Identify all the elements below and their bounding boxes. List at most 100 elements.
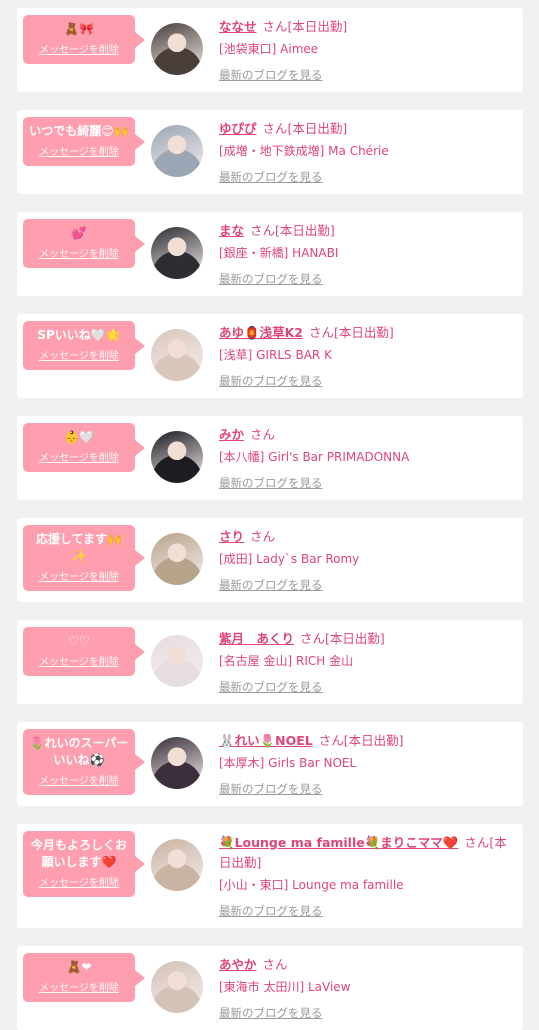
latest-blog-link[interactable]: 最新のブログを見る [219,65,323,85]
latest-blog-link[interactable]: 最新のブログを見る [219,901,323,921]
shop-name: [本厚木] Girls Bar NOEL [219,756,357,770]
shop-name: [成田] Lady`s Bar Romy [219,552,360,566]
cast-info: 💐Lounge ma famille💐まりこママ❤️ さん[本日出勤] [小山・東… [219,831,515,921]
message-card: 🧸🎀 メッセージを削除 ななせ さん[本日出勤] [池袋東口] Aimee 最新の… [17,8,523,92]
shop-name: [小山・東口] Lounge ma famille [219,878,404,892]
cast-info: 🐰れい🌷NOEL さん[本日出勤] [本厚木] Girls Bar NOEL 最新… [219,729,515,799]
delete-message-link[interactable]: メッセージを削除 [39,568,119,583]
message-card: 🌷れいのスーパーいいね⚽ メッセージを削除 🐰れい🌷NOEL さん[本日出勤] [… [17,722,523,806]
avatar[interactable] [151,533,203,585]
message-bubble: いつでも綺麗😊🙌 メッセージを削除 [23,117,145,166]
delete-message-link[interactable]: メッセージを削除 [39,874,119,889]
message-bubble: SPいいね🤍🌟 メッセージを削除 [23,321,145,370]
cast-name-link[interactable]: ななせ [219,19,257,34]
shop-name: [成増・地下鉄成増] Ma Chérie [219,144,389,158]
delete-message-link[interactable]: メッセージを削除 [39,772,119,787]
shop-name: [東海市 太田川] LaView [219,980,351,994]
status-text: [本日出勤] [275,223,335,238]
cast-info: ゆぴぴ さん[本日出勤] [成増・地下鉄成増] Ma Chérie 最新のブログを… [219,117,515,187]
honorific: さん [250,529,276,544]
delete-message-link[interactable]: メッセージを削除 [39,41,119,56]
shop-name: [銀座・新橋] HANABI [219,246,339,260]
message-text: 今月もよろしくお願いします❤️ [30,838,127,869]
honorific: さん [262,121,288,136]
latest-blog-link[interactable]: 最新のブログを見る [219,269,323,289]
message-text: ♡♡ [68,634,90,648]
cast-name-link[interactable]: まな [219,223,244,238]
cast-info: あやか さん [東海市 太田川] LaView 最新のブログを見る [219,953,515,1023]
delete-message-link[interactable]: メッセージを削除 [39,979,119,994]
shop-name: [池袋東口] Aimee [219,42,319,56]
avatar[interactable] [151,125,203,177]
message-bubble: 🧸🎀 メッセージを削除 [23,15,145,64]
message-bubble: 応援してます🙌✨ メッセージを削除 [23,525,145,591]
message-card: いつでも綺麗😊🙌 メッセージを削除 ゆぴぴ さん[本日出勤] [成増・地下鉄成増]… [17,110,523,194]
latest-blog-link[interactable]: 最新のブログを見る [219,779,323,799]
latest-blog-link[interactable]: 最新のブログを見る [219,371,323,391]
message-text: SPいいね🤍🌟 [37,328,121,342]
latest-blog-link[interactable]: 最新のブログを見る [219,473,323,493]
cast-info: まな さん[本日出勤] [銀座・新橋] HANABI 最新のブログを見る [219,219,515,289]
avatar[interactable] [151,23,203,75]
cast-info: 紫月 あくり さん[本日出勤] [名古屋 金山] RICH 金山 最新のブログを見… [219,627,515,697]
honorific: さん [318,733,344,748]
message-card: 今月もよろしくお願いします❤️ メッセージを削除 💐Lounge ma fami… [17,824,523,928]
delete-message-link[interactable]: メッセージを削除 [39,449,119,464]
status-text: [本日出勤] [325,631,385,646]
cast-name-link[interactable]: あやか [219,957,257,972]
latest-blog-link[interactable]: 最新のブログを見る [219,677,323,697]
cast-info: さり さん [成田] Lady`s Bar Romy 最新のブログを見る [219,525,515,595]
message-card: 🧸❤ メッセージを削除 あやか さん [東海市 太田川] LaView 最新のブロ… [17,946,523,1030]
message-bubble: 💕 メッセージを削除 [23,219,145,268]
status-text: [本日出勤] [287,121,348,136]
cast-name-link[interactable]: 紫月 あくり [219,631,294,646]
delete-message-link[interactable]: メッセージを削除 [39,245,119,260]
message-text: 👶🤍 [64,430,94,444]
delete-message-link[interactable]: メッセージを削除 [39,347,119,362]
message-card: ♡♡ メッセージを削除 紫月 あくり さん[本日出勤] [名古屋 金山] RICH… [17,620,523,704]
cast-info: みか さん [本八幡] Girl's Bar PRIMADONNA 最新のブログを… [219,423,515,493]
message-text: 応援してます🙌✨ [36,532,122,563]
honorific: さん [250,223,276,238]
avatar[interactable] [151,635,203,687]
message-text: 🧸❤ [66,960,92,974]
message-card: 応援してます🙌✨ メッセージを削除 さり さん [成田] Lady`s Bar R… [17,518,523,602]
cast-name-link[interactable]: 💐Lounge ma famille💐まりこママ❤️ [219,835,458,850]
message-card: 👶🤍 メッセージを削除 みか さん [本八幡] Girl's Bar PRIMAD… [17,416,523,500]
status-text: [本日出勤] [343,733,404,748]
cast-name-link[interactable]: みか [219,427,244,442]
latest-blog-link[interactable]: 最新のブログを見る [219,1003,323,1023]
cast-name-link[interactable]: さり [219,529,244,544]
status-text: [本日出勤] [333,325,394,340]
message-card: SPいいね🤍🌟 メッセージを削除 あゆ🏮浅草K2 さん[本日出勤] [浅草] GI… [17,314,523,398]
message-text: 🌷れいのスーパーいいね⚽ [29,736,129,767]
message-text: 🧸🎀 [64,22,94,36]
latest-blog-link[interactable]: 最新のブログを見る [219,575,323,595]
message-card: 💕 メッセージを削除 まな さん[本日出勤] [銀座・新橋] HANABI 最新の… [17,212,523,296]
delete-message-link[interactable]: メッセージを削除 [39,653,119,668]
message-list: 🧸🎀 メッセージを削除 ななせ さん[本日出勤] [池袋東口] Aimee 最新の… [0,0,539,1030]
message-bubble: 🧸❤ メッセージを削除 [23,953,145,1002]
message-bubble: ♡♡ メッセージを削除 [23,627,145,676]
honorific: さん [464,835,490,850]
cast-name-link[interactable]: あゆ🏮浅草K2 [219,325,303,340]
avatar[interactable] [151,431,203,483]
cast-name-link[interactable]: 🐰れい🌷NOEL [219,733,313,748]
avatar[interactable] [151,329,203,381]
shop-name: [浅草] GIRLS BAR K [219,348,332,362]
shop-name: [名古屋 金山] RICH 金山 [219,654,354,668]
avatar[interactable] [151,839,203,891]
honorific: さん [250,427,276,442]
avatar[interactable] [151,737,203,789]
honorific: さん [262,957,288,972]
avatar[interactable] [151,961,203,1013]
message-text: 💕 [71,226,87,240]
latest-blog-link[interactable]: 最新のブログを見る [219,167,323,187]
message-bubble: 🌷れいのスーパーいいね⚽ メッセージを削除 [23,729,145,795]
cast-name-link[interactable]: ゆぴぴ [219,121,257,136]
status-text: [本日出勤] [287,19,348,34]
honorific: さん [308,325,334,340]
avatar[interactable] [151,227,203,279]
message-bubble: 今月もよろしくお願いします❤️ メッセージを削除 [23,831,145,897]
delete-message-link[interactable]: メッセージを削除 [39,143,119,158]
